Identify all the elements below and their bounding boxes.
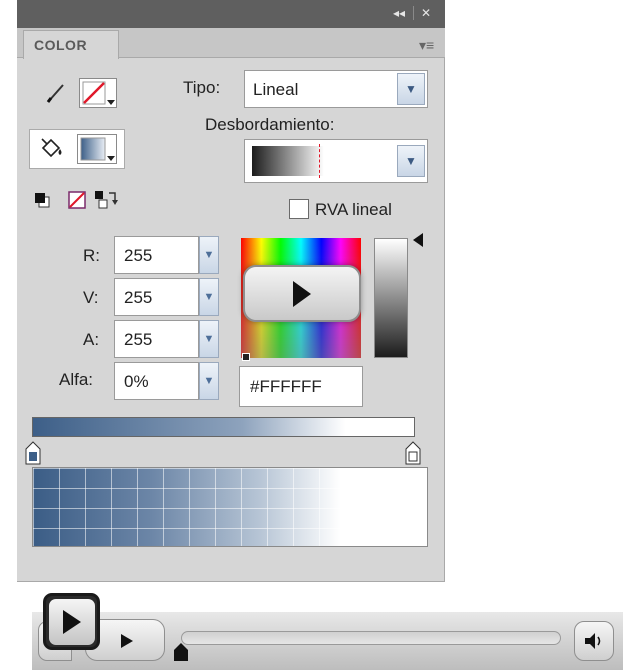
linear-rgb-label: RVA lineal xyxy=(315,200,392,219)
alpha-input[interactable]: 0% xyxy=(114,362,199,400)
titlebar-divider xyxy=(413,6,414,20)
panel-menu-icon[interactable]: ▾≡ xyxy=(419,37,434,54)
paint-bucket-icon xyxy=(39,136,65,165)
linear-rgb-checkbox[interactable] xyxy=(289,199,309,219)
channel-label-r: R: xyxy=(83,246,100,265)
channel-input-r[interactable]: 255 xyxy=(114,236,199,274)
video-play-overlay-button[interactable] xyxy=(243,265,361,322)
color-panel: ◂◂ ✕ COLOR ▾≡ Tipo: Lineal ▼ Desbordamie… xyxy=(17,0,445,582)
seek-thumb[interactable] xyxy=(174,643,188,666)
chevron-down-icon[interactable]: ▼ xyxy=(199,278,219,316)
close-panel-button[interactable]: ✕ xyxy=(421,6,431,20)
channel-input-a[interactable]: 255 xyxy=(114,320,199,358)
channel-input-v[interactable]: 255 xyxy=(114,278,199,316)
channel-value-r: 255 xyxy=(124,246,153,265)
swap-colors-icon[interactable] xyxy=(93,189,119,216)
play-icon xyxy=(62,609,81,634)
no-color-icon[interactable] xyxy=(67,191,87,214)
brightness-pointer[interactable] xyxy=(413,232,423,252)
spectrum-cursor[interactable] xyxy=(242,353,250,361)
channel-label-a: A: xyxy=(83,330,100,349)
tab-color[interactable]: COLOR xyxy=(23,30,119,59)
panel-titlebar[interactable]: ◂◂ ✕ xyxy=(17,0,445,28)
gradient-preview-bar[interactable] xyxy=(32,417,415,437)
brightness-slider[interactable] xyxy=(374,238,408,358)
gradient-stop-left[interactable] xyxy=(25,441,41,470)
play-icon xyxy=(293,280,311,307)
channel-value-v: 255 xyxy=(124,288,153,307)
chevron-down-icon[interactable]: ▼ xyxy=(199,320,219,358)
hex-value: #FFFFFF xyxy=(250,377,322,396)
gradient-swatch-grid[interactable] xyxy=(32,467,428,547)
volume-button[interactable] xyxy=(574,621,614,661)
chevron-down-icon[interactable]: ▼ xyxy=(199,362,219,400)
tipo-value: Lineal xyxy=(253,80,299,99)
speaker-icon xyxy=(585,633,601,649)
play-icon xyxy=(121,634,133,648)
black-white-icon[interactable] xyxy=(33,191,51,214)
play-button[interactable] xyxy=(43,593,100,650)
channel-label-v: V: xyxy=(83,288,99,307)
tipo-label: Tipo: xyxy=(183,78,221,97)
stroke-color-swatch[interactable] xyxy=(79,78,117,108)
overflow-label: Desbordamiento: xyxy=(205,115,335,134)
alpha-value: 0% xyxy=(124,372,149,391)
overflow-preview xyxy=(252,146,324,176)
chevron-down-icon[interactable]: ▼ xyxy=(397,145,425,177)
hex-input[interactable]: #FFFFFF xyxy=(239,366,363,407)
chevron-down-icon[interactable]: ▼ xyxy=(397,73,425,105)
chevron-down-icon[interactable]: ▼ xyxy=(199,236,219,274)
channel-value-a: 255 xyxy=(124,330,153,349)
fill-color-swatch[interactable] xyxy=(77,134,117,164)
gradient-stop-right[interactable] xyxy=(405,441,421,470)
overflow-dropdown[interactable]: ▼ xyxy=(244,139,428,183)
overflow-marker xyxy=(319,144,320,178)
tipo-dropdown[interactable]: Lineal ▼ xyxy=(244,70,428,108)
alpha-label: Alfa: xyxy=(59,370,94,389)
collapse-panel-button[interactable]: ◂◂ xyxy=(393,6,405,20)
pencil-icon xyxy=(45,80,67,111)
seek-track[interactable] xyxy=(181,631,561,645)
